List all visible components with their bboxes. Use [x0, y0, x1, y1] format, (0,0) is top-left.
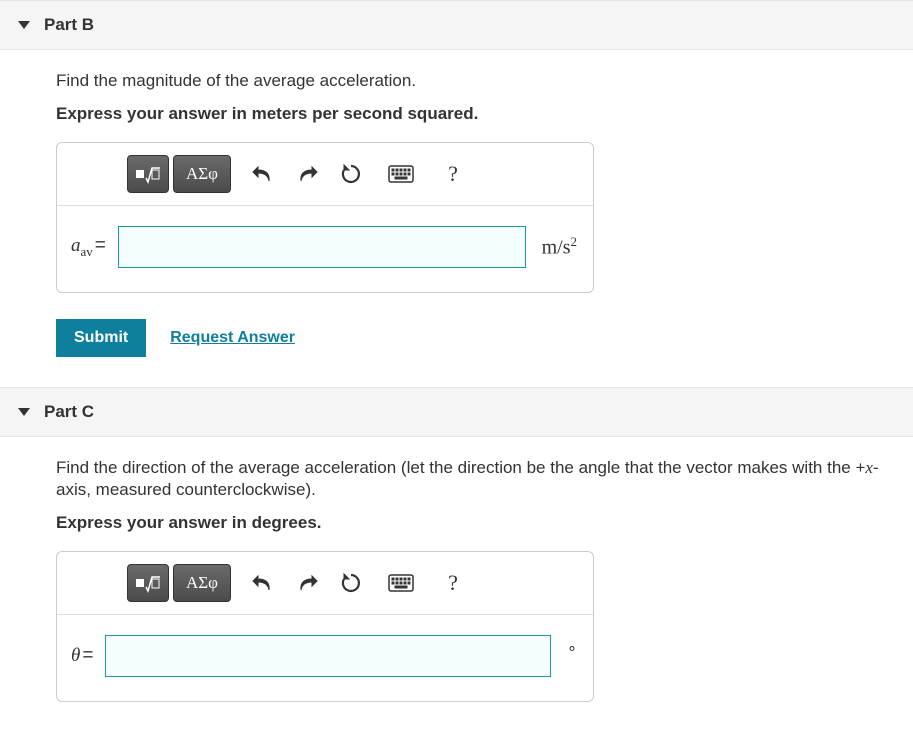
reset-icon	[340, 572, 362, 594]
unit-label-c: ∘	[567, 638, 577, 658]
part-b-header[interactable]: Part B	[0, 0, 913, 50]
answer-row-b: aav= m/s2	[57, 206, 593, 292]
help-button[interactable]: ?	[435, 156, 471, 192]
keyboard-button[interactable]	[383, 565, 419, 601]
templates-button[interactable]	[127, 155, 169, 193]
part-b-title: Part B	[44, 15, 94, 35]
keyboard-button[interactable]	[383, 156, 419, 192]
answer-input-c[interactable]	[105, 635, 551, 677]
request-answer-link[interactable]: Request Answer	[170, 329, 295, 347]
part-b-prompt: Find the magnitude of the average accele…	[56, 70, 883, 92]
variable-label-c: θ=	[71, 645, 99, 667]
undo-icon	[252, 573, 274, 593]
part-b-instruction: Express your answer in meters per second…	[56, 104, 883, 124]
fraction-root-icon	[135, 573, 161, 593]
fraction-root-icon	[135, 164, 161, 184]
reset-icon	[340, 163, 362, 185]
part-c-header[interactable]: Part C	[0, 387, 913, 437]
symbols-button[interactable]: ΑΣφ	[173, 155, 231, 193]
redo-icon	[296, 573, 318, 593]
collapse-icon	[18, 408, 30, 416]
redo-button[interactable]	[289, 565, 325, 601]
answer-input-b[interactable]	[118, 226, 526, 268]
part-c-instruction: Express your answer in degrees.	[56, 513, 883, 533]
toolbar-c: ΑΣφ ?	[57, 552, 593, 615]
keyboard-icon	[388, 165, 414, 183]
part-c-title: Part C	[44, 402, 94, 422]
redo-icon	[296, 164, 318, 184]
part-c-prompt: Find the direction of the average accele…	[56, 457, 883, 501]
answer-panel-b: ΑΣφ ? aav= m/	[56, 142, 594, 293]
undo-button[interactable]	[245, 565, 281, 601]
actions-b: Submit Request Answer	[56, 319, 883, 357]
collapse-icon	[18, 21, 30, 29]
unit-label-b: m/s2	[542, 234, 577, 260]
keyboard-icon	[388, 574, 414, 592]
submit-button[interactable]: Submit	[56, 319, 146, 357]
answer-row-c: θ= ∘	[57, 615, 593, 701]
variable-label-b: aav=	[71, 235, 112, 260]
undo-icon	[252, 164, 274, 184]
templates-button[interactable]	[127, 564, 169, 602]
symbols-button[interactable]: ΑΣφ	[173, 564, 231, 602]
redo-button[interactable]	[289, 156, 325, 192]
help-button[interactable]: ?	[435, 565, 471, 601]
reset-button[interactable]	[333, 156, 369, 192]
undo-button[interactable]	[245, 156, 281, 192]
reset-button[interactable]	[333, 565, 369, 601]
toolbar-b: ΑΣφ ?	[57, 143, 593, 206]
part-b-body: Find the magnitude of the average accele…	[0, 50, 913, 387]
answer-panel-c: ΑΣφ ? θ= ∘	[56, 551, 594, 702]
part-c-body: Find the direction of the average accele…	[0, 437, 913, 732]
